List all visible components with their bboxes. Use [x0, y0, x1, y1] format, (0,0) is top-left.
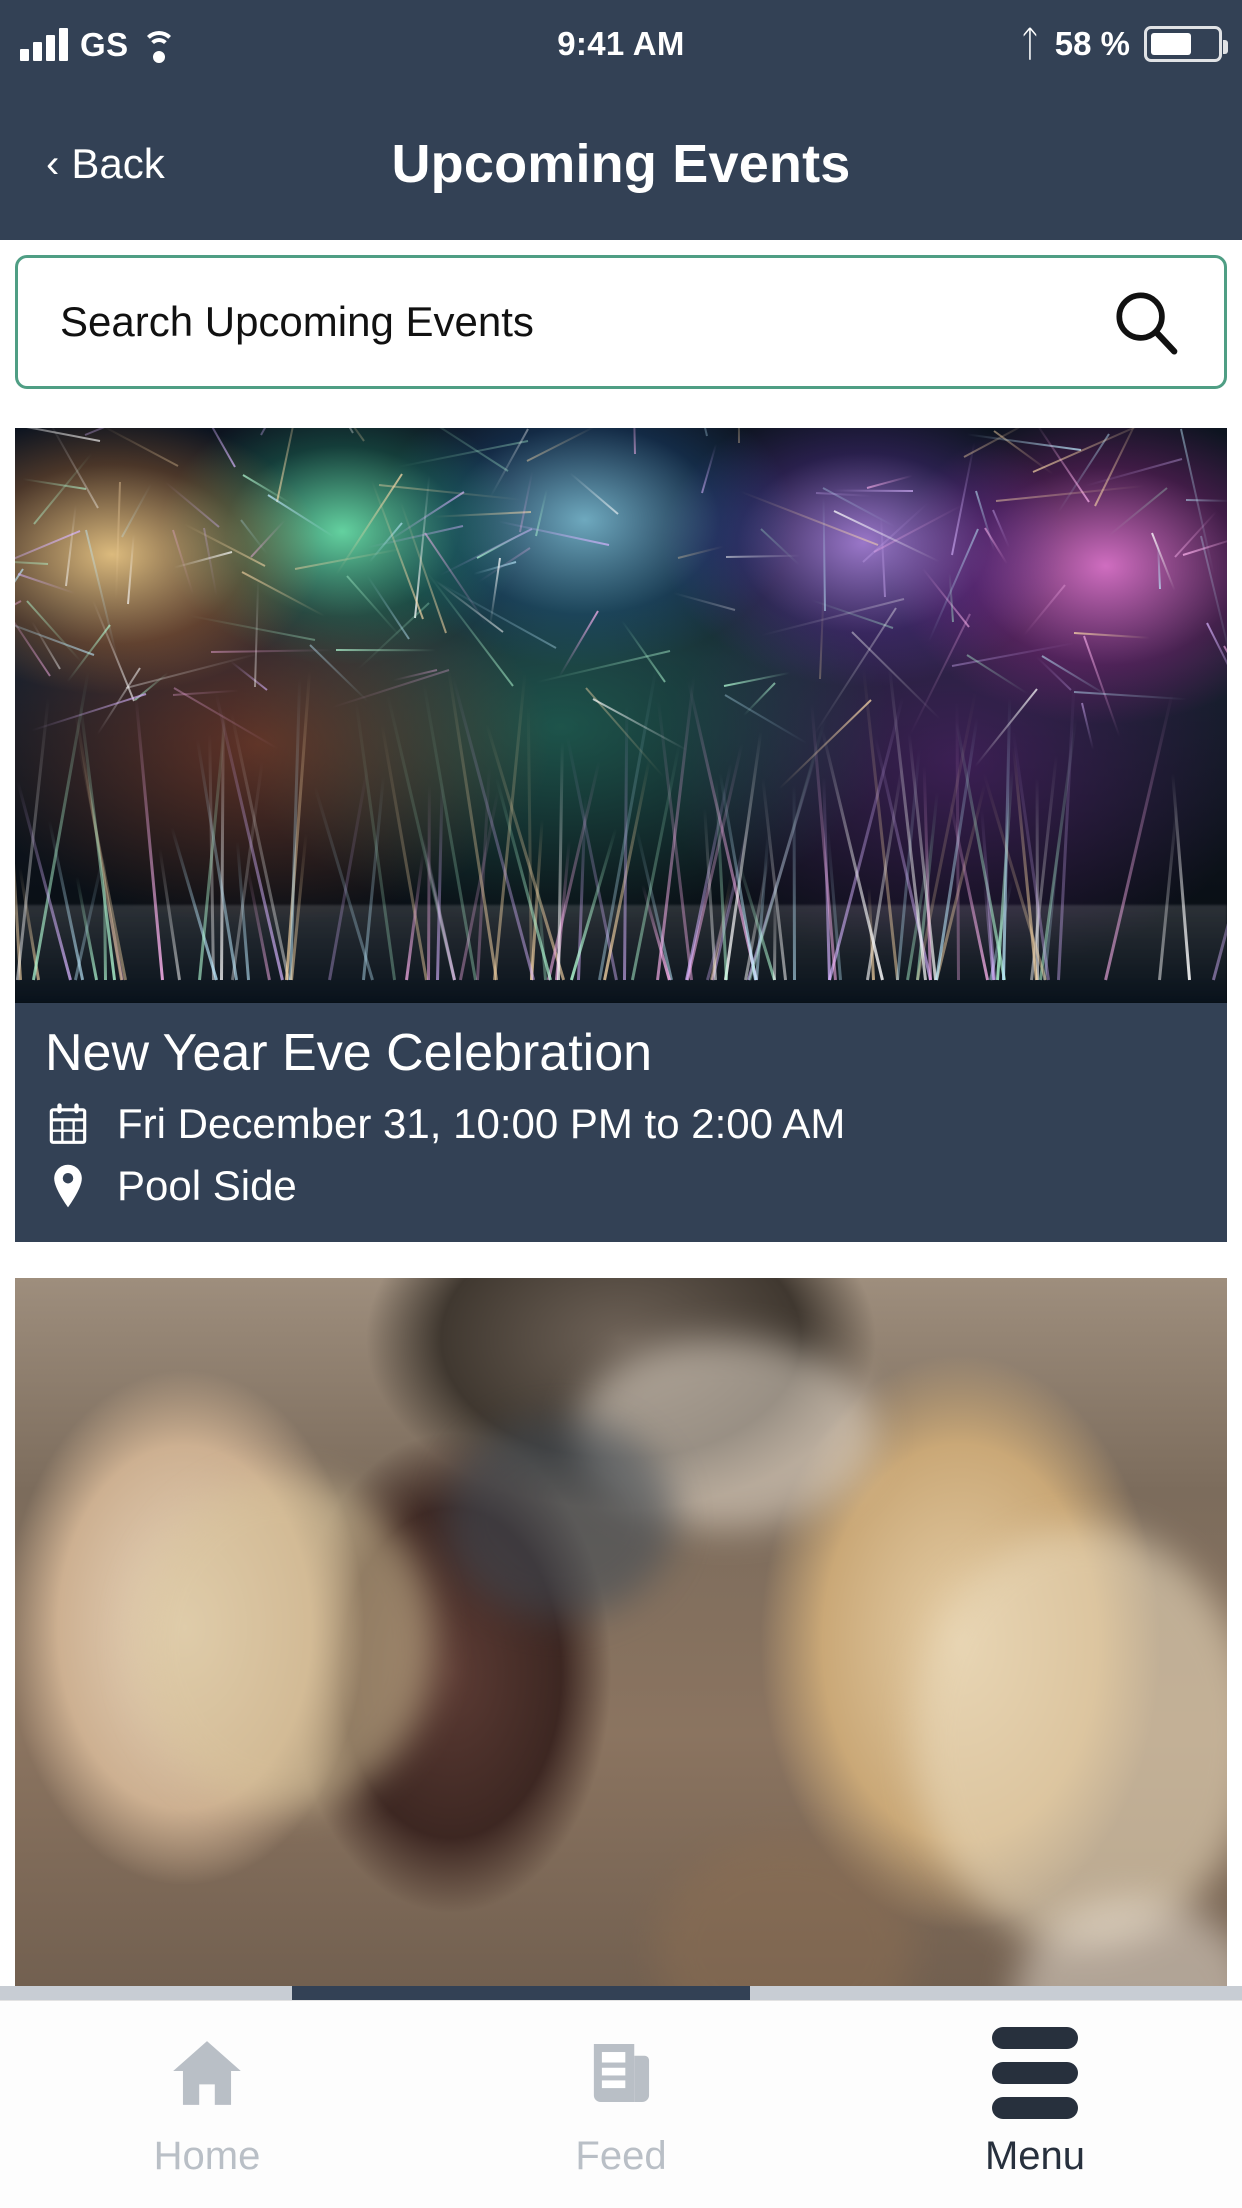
event-image — [15, 428, 1227, 1003]
home-icon — [161, 2030, 253, 2116]
newspaper-icon — [575, 2030, 667, 2116]
status-bar: GS 9:41 AM ᛏ 58 % — [0, 0, 1242, 88]
search-box[interactable] — [15, 255, 1227, 389]
event-date-row: Fri December 31, 10:00 PM to 2:00 AM — [45, 1098, 1197, 1150]
event-location-row: Pool Side — [45, 1160, 1197, 1212]
event-card[interactable]: New Year Eve Celebration Fri December 31… — [15, 428, 1227, 1242]
tab-menu[interactable]: Menu — [828, 2030, 1242, 2179]
hamburger-menu-icon — [989, 2030, 1081, 2116]
party-image — [15, 1278, 1227, 2038]
search-section — [0, 240, 1242, 404]
event-title: New Year Eve Celebration — [45, 1025, 1197, 1082]
bottom-tab-bar: Home Feed Menu — [0, 2000, 1242, 2208]
tab-menu-label: Menu — [985, 2134, 1085, 2179]
scroll-thumb[interactable] — [292, 1986, 750, 2000]
calendar-icon — [45, 1098, 91, 1150]
battery-percent-label: 58 % — [1055, 25, 1130, 63]
bluetooth-icon: ᛏ — [1019, 26, 1041, 62]
app-screen: GS 9:41 AM ᛏ 58 % ‹ Back Upcoming Events — [0, 0, 1242, 2208]
search-input[interactable] — [60, 298, 1110, 346]
event-details: New Year Eve Celebration Fri December 31… — [15, 1003, 1227, 1242]
horizontal-scroll-indicator[interactable] — [0, 1986, 1242, 2000]
battery-icon — [1144, 26, 1222, 62]
tab-home[interactable]: Home — [0, 2030, 414, 2179]
fireworks-image — [15, 428, 1227, 1003]
tab-feed-label: Feed — [575, 2134, 666, 2179]
search-icon[interactable] — [1110, 286, 1182, 358]
events-list[interactable]: New Year Eve Celebration Fri December 31… — [0, 428, 1242, 2208]
page-title: Upcoming Events — [0, 133, 1242, 195]
event-image — [15, 1278, 1227, 2038]
navigation-header: ‹ Back Upcoming Events — [0, 88, 1242, 240]
event-location-text: Pool Side — [117, 1162, 297, 1210]
tab-feed[interactable]: Feed — [414, 2030, 828, 2179]
tab-home-label: Home — [154, 2134, 261, 2179]
map-pin-icon — [45, 1160, 91, 1212]
status-bar-right: ᛏ 58 % — [1019, 25, 1222, 63]
card-separator — [0, 1242, 1242, 1278]
event-date-text: Fri December 31, 10:00 PM to 2:00 AM — [117, 1100, 845, 1148]
